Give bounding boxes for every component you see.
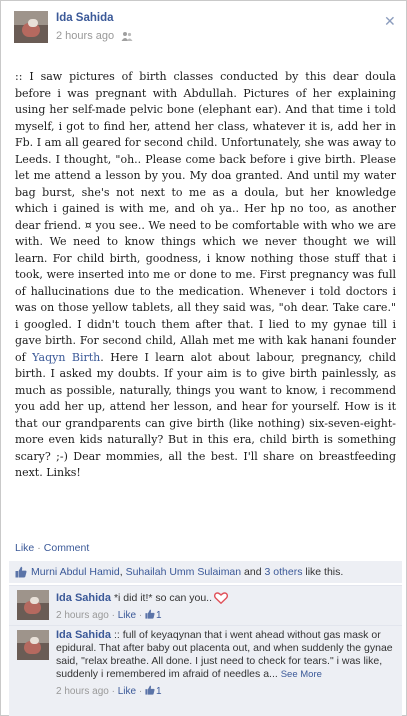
see-more-link[interactable]: See More xyxy=(281,669,322,680)
comment-author[interactable]: Ida Sahida xyxy=(56,629,111,641)
likes-others-link[interactable]: 3 others xyxy=(265,566,303,578)
comment-like-button[interactable]: Like xyxy=(118,610,136,621)
comment-timestamp[interactable]: 2 hours ago xyxy=(56,686,109,697)
action-separator: · xyxy=(37,542,41,554)
yaqyn-birth-link[interactable]: Yaqyn Birth xyxy=(32,351,100,364)
post-body-text: :: I saw pictures of birth classes condu… xyxy=(15,70,396,364)
story-post: Ida Sahida 2 hours ago ✕ :: I saw pictur… xyxy=(0,0,407,716)
thumbs-up-icon xyxy=(145,685,155,695)
comment-meta: 2 hours ago · Like · 1 xyxy=(56,609,162,621)
comment-button[interactable]: Comment xyxy=(44,542,90,554)
post-actions: Like · Comment xyxy=(15,542,89,554)
comment-like-button[interactable]: Like xyxy=(118,686,136,697)
liker-2-link[interactable]: Suhailah Umm Sulaiman xyxy=(126,566,242,578)
post-meta: 2 hours ago xyxy=(56,29,133,42)
post-timestamp[interactable]: 2 hours ago xyxy=(56,30,114,42)
comment-meta: 2 hours ago · Like · 1 xyxy=(56,685,162,697)
author-name[interactable]: Ida Sahida xyxy=(56,12,114,24)
comment-timestamp[interactable]: 2 hours ago xyxy=(56,610,109,621)
comment-body: Ida Sahida :: full of keyaqynan that i w… xyxy=(56,629,394,698)
people-icon xyxy=(121,32,133,41)
post-header: Ida Sahida 2 hours ago ✕ xyxy=(14,11,396,47)
thumbs-up-icon xyxy=(15,566,27,578)
author-avatar[interactable] xyxy=(14,11,48,43)
comment-like-count[interactable]: 1 xyxy=(156,686,162,697)
comment-like-count[interactable]: 1 xyxy=(156,610,162,621)
liker-1-link[interactable]: Murni Abdul Hamid xyxy=(31,566,120,578)
heart-icon xyxy=(214,592,229,604)
likes-suffix: like this. xyxy=(305,566,344,578)
close-icon[interactable]: ✕ xyxy=(384,13,396,30)
post-body-text-end: . Here I learn alot about labour, pregna… xyxy=(15,350,396,480)
thumbs-up-icon xyxy=(145,609,155,619)
comment-avatar[interactable] xyxy=(17,630,49,660)
comment-item: Ida Sahida :: full of keyaqynan that i w… xyxy=(9,625,402,716)
likes-and: and xyxy=(244,566,262,578)
likes-bar: Murni Abdul Hamid, Suhailah Umm Sulaiman… xyxy=(9,561,402,583)
post-body: :: I saw pictures of birth classes condu… xyxy=(15,69,396,482)
comment-avatar[interactable] xyxy=(17,590,49,620)
comment-text: *i did it!* so can you.. xyxy=(113,592,213,604)
comment-author[interactable]: Ida Sahida xyxy=(56,592,111,604)
comment-body: Ida Sahida *i did it!* so can you.. 2 ho… xyxy=(56,589,394,622)
like-button[interactable]: Like xyxy=(15,542,34,554)
likes-comma: , xyxy=(119,566,123,578)
comment-item: Ida Sahida *i did it!* so can you.. 2 ho… xyxy=(9,585,402,625)
